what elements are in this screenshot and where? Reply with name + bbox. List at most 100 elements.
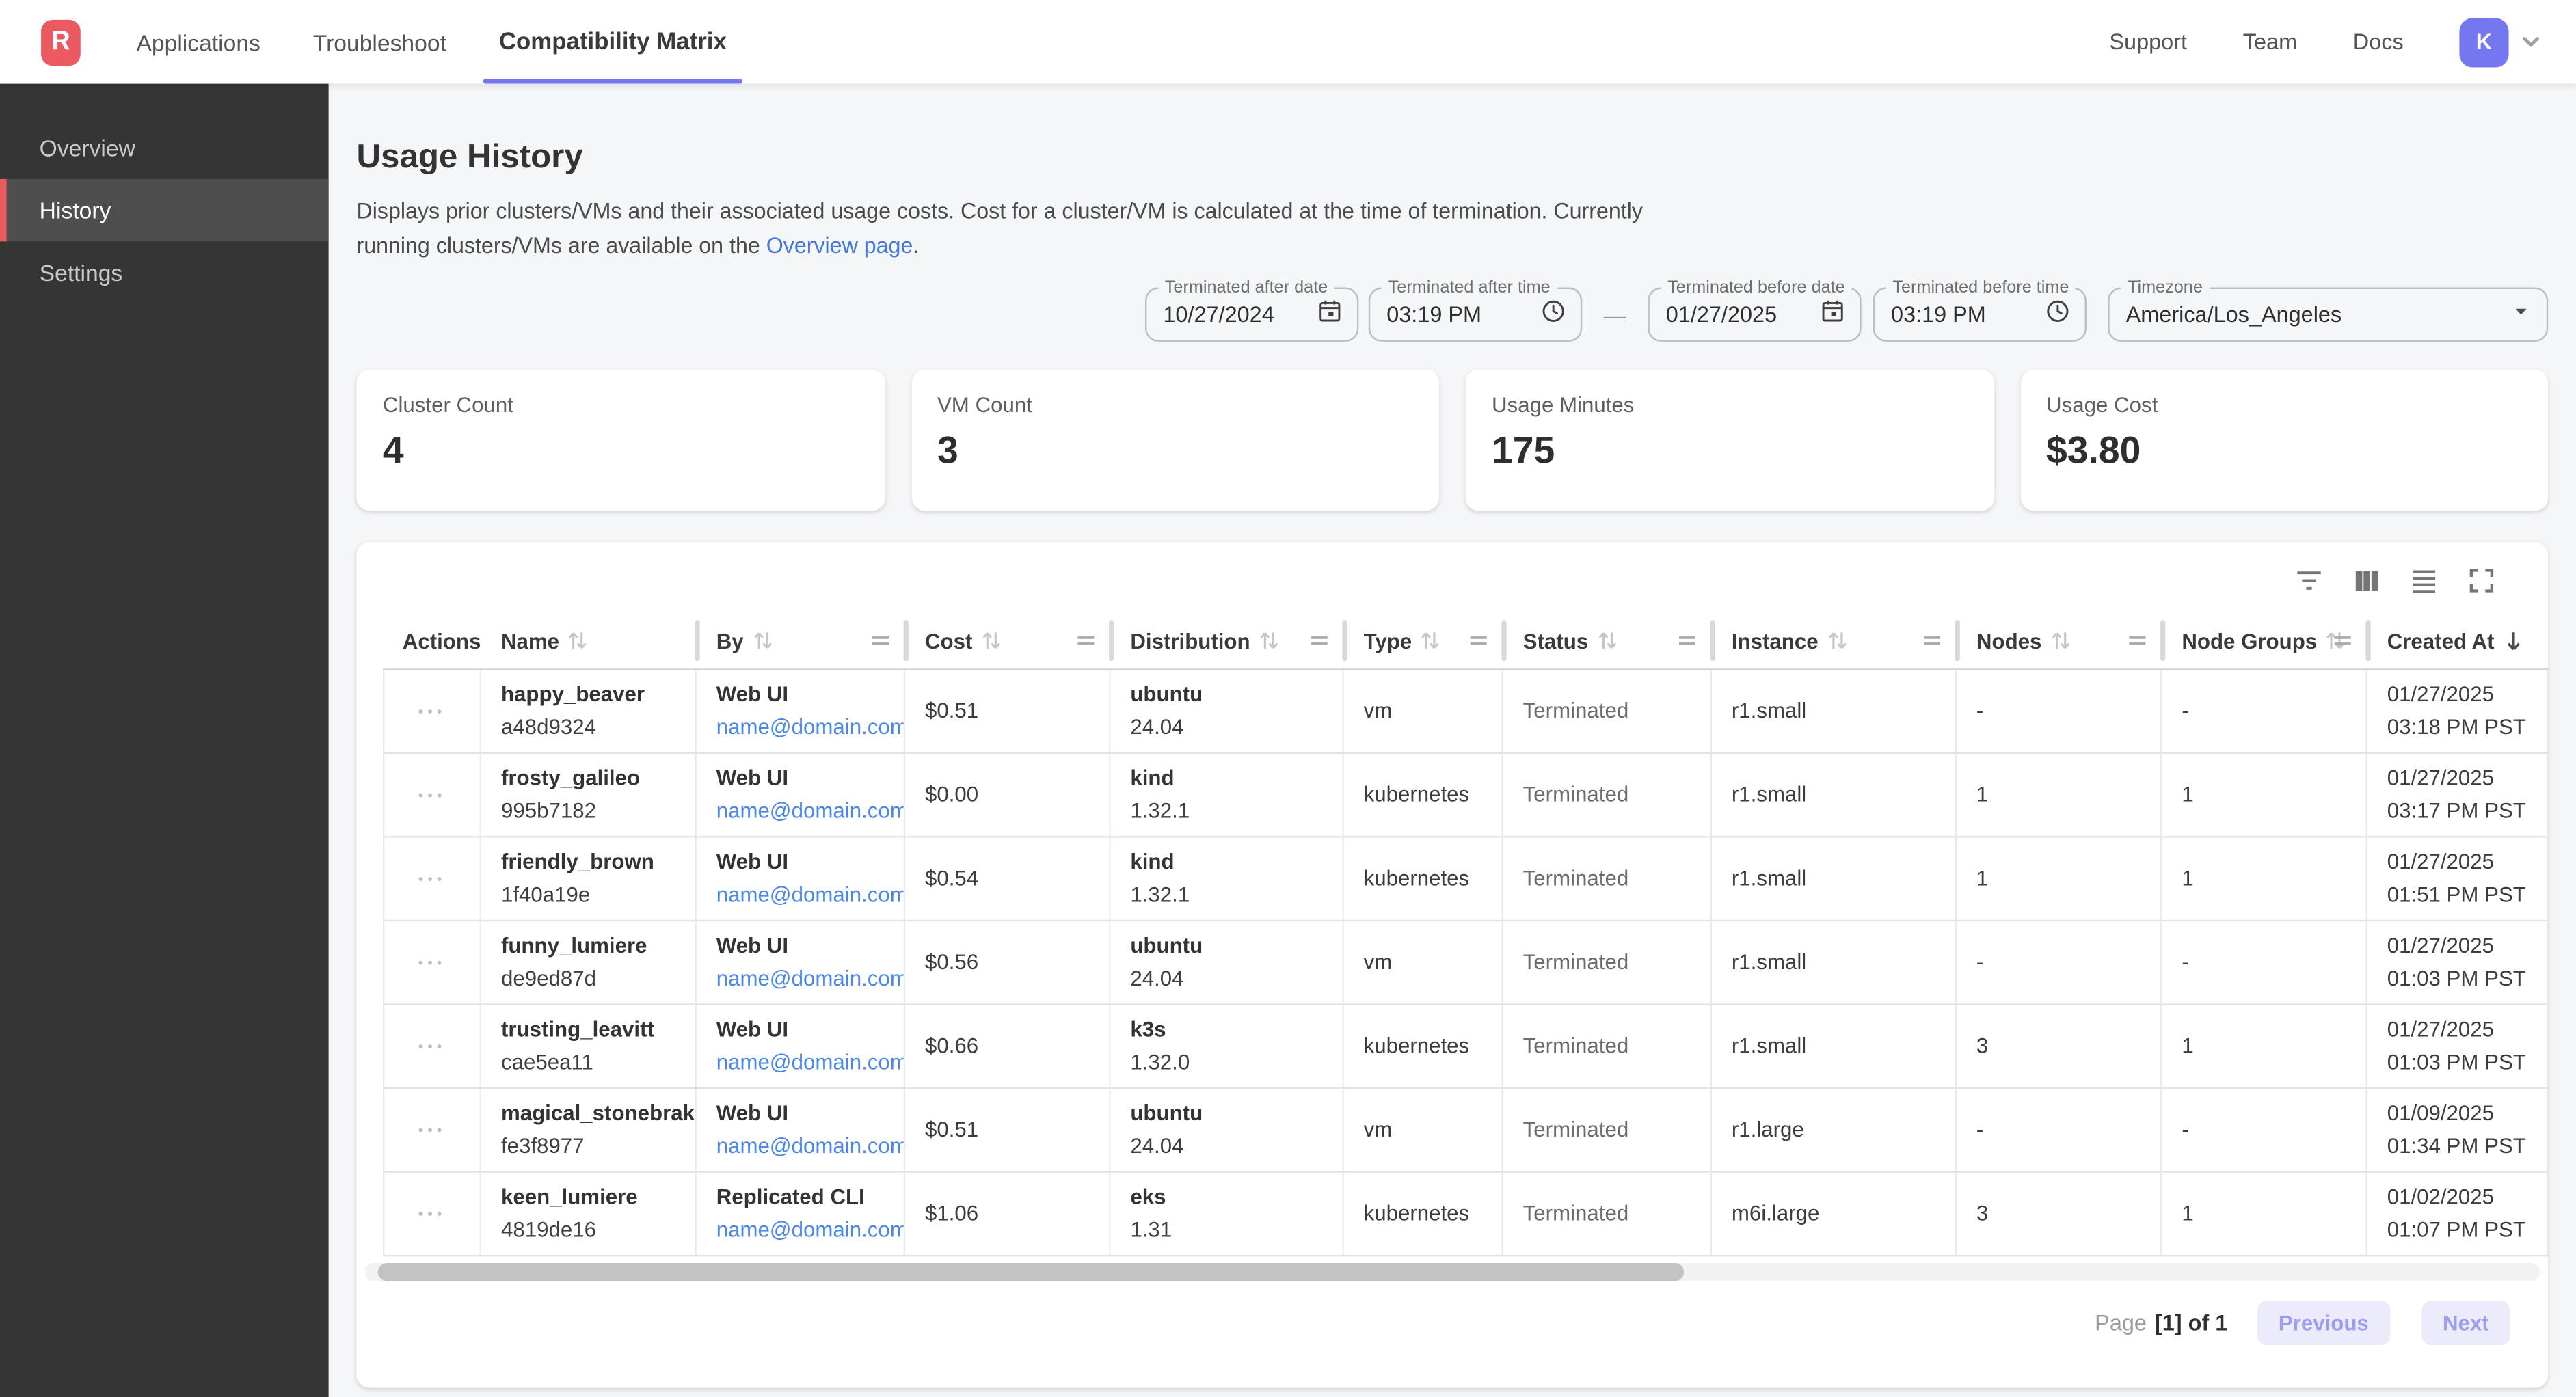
row-actions-button[interactable]: ••• xyxy=(412,781,453,809)
stat-card-usage-minutes: Usage Minutes 175 xyxy=(1466,370,1994,511)
column-label: Created At xyxy=(2387,628,2495,653)
replicated-logo[interactable]: R xyxy=(41,19,81,65)
sort-desc-icon[interactable] xyxy=(2503,628,2526,653)
sort-icon[interactable] xyxy=(752,629,773,652)
email-link[interactable]: name@domain.com xyxy=(716,966,905,990)
cell-name: keen_lumiere4819de16 xyxy=(481,1173,697,1255)
cell-actions: ••• xyxy=(383,754,481,836)
tab-troubleshoot[interactable]: Troubleshoot xyxy=(286,0,472,84)
next-button[interactable]: Next xyxy=(2421,1301,2510,1345)
column-header-nodes[interactable]: Nodes xyxy=(1957,612,2162,668)
cell-distribution: ubuntu24.04 xyxy=(1110,1089,1343,1171)
chevron-down-icon[interactable] xyxy=(2519,29,2543,54)
column-label: Actions xyxy=(403,628,481,653)
cell-type: kubernetes xyxy=(1344,1173,1503,1255)
filter-icon[interactable] xyxy=(2292,563,2324,596)
nav-link-team[interactable]: Team xyxy=(2243,29,2297,54)
row-actions-button[interactable]: ••• xyxy=(412,949,453,977)
cell-actions: ••• xyxy=(383,1173,481,1255)
drag-handle-icon[interactable] xyxy=(871,631,891,651)
nav-link-support[interactable]: Support xyxy=(2109,29,2187,54)
sort-icon[interactable] xyxy=(567,629,589,652)
terminated-before-time-field[interactable]: Terminated before time 03:19 PM xyxy=(1873,288,2087,342)
email-link[interactable]: name@domain.com xyxy=(716,714,905,739)
cell-type: vm xyxy=(1344,670,1503,752)
previous-button[interactable]: Previous xyxy=(2257,1301,2390,1345)
columns-icon[interactable] xyxy=(2349,563,2382,596)
sort-icon[interactable] xyxy=(1827,629,1848,652)
sort-icon[interactable] xyxy=(1259,629,1280,652)
cell-created-at: 01/27/202503:17 PM PST xyxy=(2367,754,2548,836)
nav-link-docs[interactable]: Docs xyxy=(2353,29,2404,54)
pagination: Page [1] of 1 Previous Next xyxy=(356,1301,2548,1345)
drag-handle-icon[interactable] xyxy=(1922,631,1942,651)
email-link[interactable]: name@domain.com xyxy=(716,1133,905,1158)
sidebar-item-history[interactable]: History xyxy=(0,179,329,241)
calendar-icon[interactable] xyxy=(1819,297,1847,333)
cell-status: Terminated xyxy=(1503,1089,1712,1171)
sort-icon[interactable] xyxy=(980,629,1002,652)
drag-handle-icon[interactable] xyxy=(1678,631,1698,651)
column-header-cost[interactable]: Cost xyxy=(905,612,1110,668)
email-link[interactable]: name@domain.com xyxy=(716,882,905,906)
cell-node-groups: 1 xyxy=(2162,754,2367,836)
overview-page-link[interactable]: Overview page xyxy=(766,233,913,258)
column-label: Distribution xyxy=(1130,628,1250,653)
cell-created-at: 01/27/202501:51 PM PST xyxy=(2367,838,2548,920)
cell-name: friendly_brown1f40a19e xyxy=(481,838,697,920)
row-actions-button[interactable]: ••• xyxy=(412,697,453,725)
cell-instance: r1.small xyxy=(1712,1005,1957,1087)
row-actions-button[interactable]: ••• xyxy=(412,1116,453,1144)
terminated-after-time-field[interactable]: Terminated after time 03:19 PM xyxy=(1369,288,1582,342)
table-row: •••frosty_galileo995b7182Web UIname@doma… xyxy=(383,754,2548,838)
horizontal-scrollbar[interactable] xyxy=(364,1263,2540,1281)
status-badge: Terminated xyxy=(1523,1197,1710,1230)
email-link[interactable]: name@domain.com xyxy=(716,798,905,823)
dropdown-arrow-icon[interactable] xyxy=(2509,298,2534,331)
table-toolbar xyxy=(356,557,2548,603)
drag-handle-icon[interactable] xyxy=(1309,631,1329,651)
density-icon[interactable] xyxy=(2407,563,2440,596)
column-header-node-groups[interactable]: Node Groups xyxy=(2162,612,2367,668)
sidebar-item-settings[interactable]: Settings xyxy=(0,241,329,303)
cell-nodes: 3 xyxy=(1957,1173,2162,1255)
calendar-icon[interactable] xyxy=(1316,297,1344,333)
tab-compatibility-matrix[interactable]: Compatibility Matrix xyxy=(472,0,753,84)
timezone-select[interactable]: Timezone America/Los_Angeles xyxy=(2108,288,2548,342)
tab-applications[interactable]: Applications xyxy=(110,0,286,84)
column-header-by[interactable]: By xyxy=(697,612,905,668)
column-header-type[interactable]: Type xyxy=(1344,612,1503,668)
fullscreen-icon[interactable] xyxy=(2465,563,2497,596)
email-link[interactable]: name@domain.com xyxy=(716,1050,905,1074)
status-badge: Terminated xyxy=(1523,1113,1710,1146)
avatar[interactable]: K xyxy=(2459,17,2508,66)
drag-handle-icon[interactable] xyxy=(2128,631,2147,651)
cell-type: kubernetes xyxy=(1344,754,1503,836)
column-header-name[interactable]: Name xyxy=(481,612,697,668)
cell-node-groups: - xyxy=(2162,921,2367,1003)
terminated-after-date-field[interactable]: Terminated after date 10/27/2024 xyxy=(1145,288,1358,342)
sort-icon[interactable] xyxy=(1420,629,1441,652)
column-header-distribution[interactable]: Distribution xyxy=(1110,612,1343,668)
terminated-before-date-field[interactable]: Terminated before date 01/27/2025 xyxy=(1648,288,1861,342)
email-link[interactable]: name@domain.com xyxy=(716,1217,905,1242)
drag-handle-icon[interactable] xyxy=(1468,631,1488,651)
table-row: •••happy_beavera48d9324Web UIname@domain… xyxy=(383,670,2548,754)
column-header-status[interactable]: Status xyxy=(1503,612,1712,668)
table-body: •••happy_beavera48d9324Web UIname@domain… xyxy=(383,670,2548,1256)
status-badge: Terminated xyxy=(1523,778,1710,811)
row-actions-button[interactable]: ••• xyxy=(412,1032,453,1060)
column-header-instance[interactable]: Instance xyxy=(1712,612,1957,668)
row-actions-button[interactable]: ••• xyxy=(412,865,453,893)
row-actions-button[interactable]: ••• xyxy=(412,1199,453,1228)
sort-icon[interactable] xyxy=(1596,629,1618,652)
stat-card-cluster-count: Cluster Count 4 xyxy=(356,370,885,511)
column-label: Name xyxy=(501,628,559,653)
sort-icon[interactable] xyxy=(2050,629,2071,652)
scrollbar-thumb[interactable] xyxy=(378,1263,1684,1281)
clock-icon[interactable] xyxy=(1540,297,1568,333)
sidebar-item-overview[interactable]: Overview xyxy=(0,117,329,179)
clock-icon[interactable] xyxy=(2043,297,2071,333)
drag-handle-icon[interactable] xyxy=(1076,631,1096,651)
drag-handle-icon[interactable] xyxy=(2333,631,2352,651)
